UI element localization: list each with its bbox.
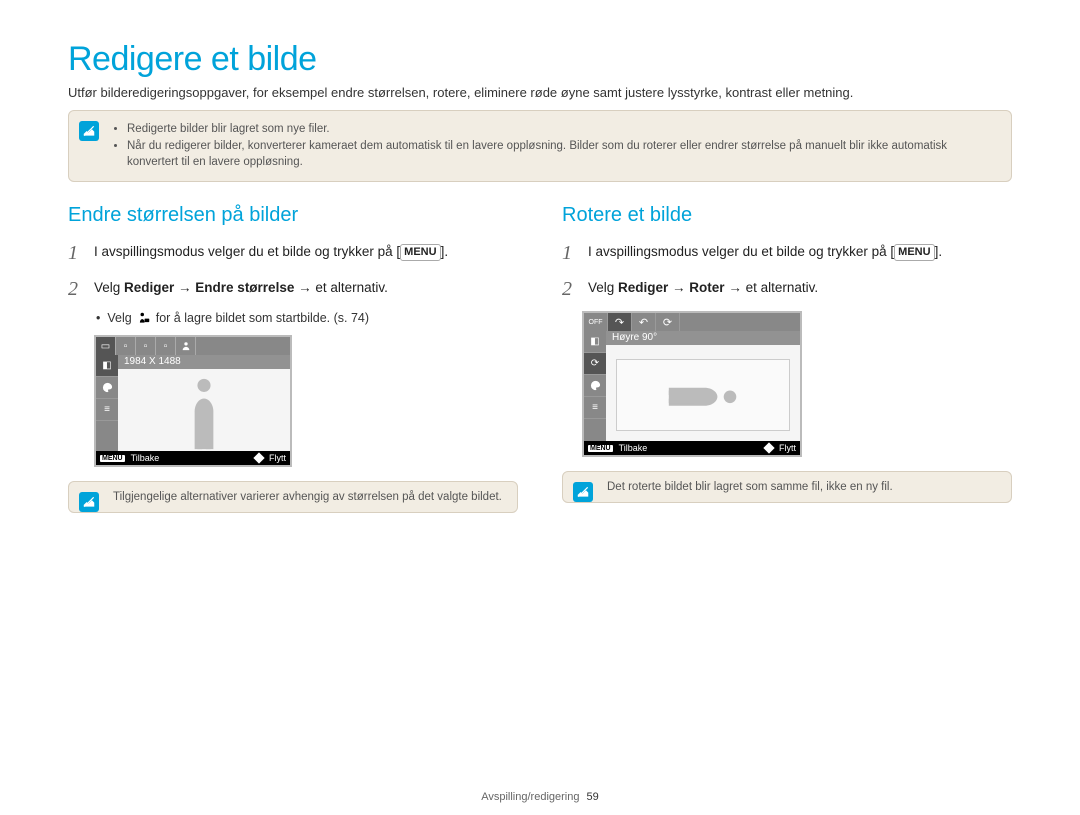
footer-page-number: 59 — [587, 791, 599, 803]
left-step-1: 1 I avspillingsmodus velger du et bilde … — [68, 239, 518, 267]
note-icon — [573, 482, 593, 502]
lcd-tab-person-icon — [176, 337, 196, 355]
menu-button-label: MENU — [400, 244, 440, 261]
right-heading: Rotere et bilde — [562, 204, 1012, 227]
right-note-box: Det roterte bildet blir lagret som samme… — [562, 471, 1012, 503]
right-column: Rotere et bilde 1 I avspillingsmodus vel… — [562, 204, 1012, 535]
side-palette-icon — [584, 375, 606, 397]
side-tool-icon: ◧ — [584, 331, 606, 353]
dpad-icon — [763, 442, 774, 453]
right-step-1: 1 I avspillingsmodus velger du et bilde … — [562, 239, 1012, 267]
right-note-text: Det roterte bildet blir lagret som samme… — [607, 481, 893, 493]
left-step-2: 2 Velg Rediger → Endre størrelse → et al… — [68, 275, 518, 303]
rotate-off-label: OFF — [584, 313, 608, 331]
lcd-rotate-label: Høyre 90° — [606, 331, 800, 345]
left-note-text: Tilgjengelige alternativer varierer avhe… — [113, 491, 502, 503]
step1-text-a: I avspillingsmodus velger du et bilde og… — [94, 244, 396, 259]
step2-bold: Rediger → Roter — [618, 280, 725, 295]
intro-text: Utfør bilderedigeringsoppgaver, for ekse… — [68, 85, 1012, 100]
rotate-flip-icon: ⟳ — [656, 313, 680, 331]
footer-section: Avspilling/redigering — [481, 791, 579, 803]
lcd-tab-icon: ▫ — [116, 337, 136, 355]
step2-text-a: Velg — [94, 280, 124, 295]
top-note-item-1: Redigerte bilder blir lagret som nye fil… — [127, 121, 997, 138]
step2-bold: Rediger → Endre størrelse — [124, 280, 294, 295]
top-note-item-2: Når du redigerer bilder, konverterer kam… — [127, 138, 997, 171]
page-title: Redigere et bilde — [68, 40, 1012, 79]
left-column: Endre størrelsen på bilder 1 I avspillin… — [68, 204, 518, 535]
step-number: 2 — [68, 275, 86, 303]
top-note-box: Redigerte bilder blir lagret som nye fil… — [68, 110, 1012, 182]
lcd-tab-icon: ▫ — [136, 337, 156, 355]
note-icon — [79, 492, 99, 512]
step-number: 1 — [68, 239, 86, 267]
rotate-right-icon: ↷ — [608, 313, 632, 331]
step1-text-b: . — [444, 244, 448, 259]
step2-text-b: → et alternativ. — [725, 280, 819, 295]
step-number: 2 — [562, 275, 580, 303]
sub-text-b: for å lagre bildet som startbilde. (s. 7… — [156, 311, 369, 325]
rotate-left-icon: ↶ — [632, 313, 656, 331]
side-rotate-icon: ⟳ — [584, 353, 606, 375]
lcd-back-label: Tilbake — [619, 443, 648, 453]
side-adjust-icon: ≡ — [584, 397, 606, 419]
step2-text-a: Velg — [588, 280, 618, 295]
lcd-tab-icon: ▫ — [156, 337, 176, 355]
dpad-icon — [253, 452, 264, 463]
left-note-box: Tilgjengelige alternativer varierer avhe… — [68, 481, 518, 513]
lcd-move-label: Flytt — [779, 443, 796, 453]
person-start-icon — [137, 311, 151, 325]
person-silhouette-icon — [184, 376, 224, 451]
step-number: 1 — [562, 239, 580, 267]
side-adjust-icon: ≡ — [96, 399, 118, 421]
step1-text-a: I avspillingsmodus velger du et bilde og… — [588, 244, 890, 259]
sub-text-a: Velg — [107, 311, 131, 325]
note-icon — [79, 121, 99, 141]
side-tool-icon: ◧ — [96, 355, 118, 377]
menu-button-label: MENU — [894, 244, 934, 261]
side-palette-icon — [96, 377, 118, 399]
lcd-menu-btn: MENU — [588, 445, 613, 452]
lcd-resolution-label: 1984 X 1488 — [118, 355, 290, 369]
lcd-tab-icon: ▭ — [96, 337, 116, 355]
left-sub-bullet: Velg for å lagre bildet som startbilde. … — [96, 311, 518, 325]
lcd-back-label: Tilbake — [131, 453, 160, 463]
lcd-rotate-mock: OFF ↷ ↶ ⟳ ◧ ⟳ ≡ Høyre 90° — [582, 311, 802, 457]
step1-text-b: . — [938, 244, 942, 259]
page-footer: Avspilling/redigering 59 — [0, 791, 1080, 803]
rotated-person-silhouette-icon — [663, 379, 743, 415]
lcd-move-label: Flytt — [269, 453, 286, 463]
lcd-resize-mock: ▭ ▫ ▫ ▫ ◧ ≡ — [94, 335, 292, 467]
step2-text-b: → et alternativ. — [294, 280, 388, 295]
right-step-2: 2 Velg Rediger → Roter → et alternativ. — [562, 275, 1012, 303]
left-heading: Endre størrelsen på bilder — [68, 204, 518, 227]
lcd-menu-btn: MENU — [100, 455, 125, 462]
